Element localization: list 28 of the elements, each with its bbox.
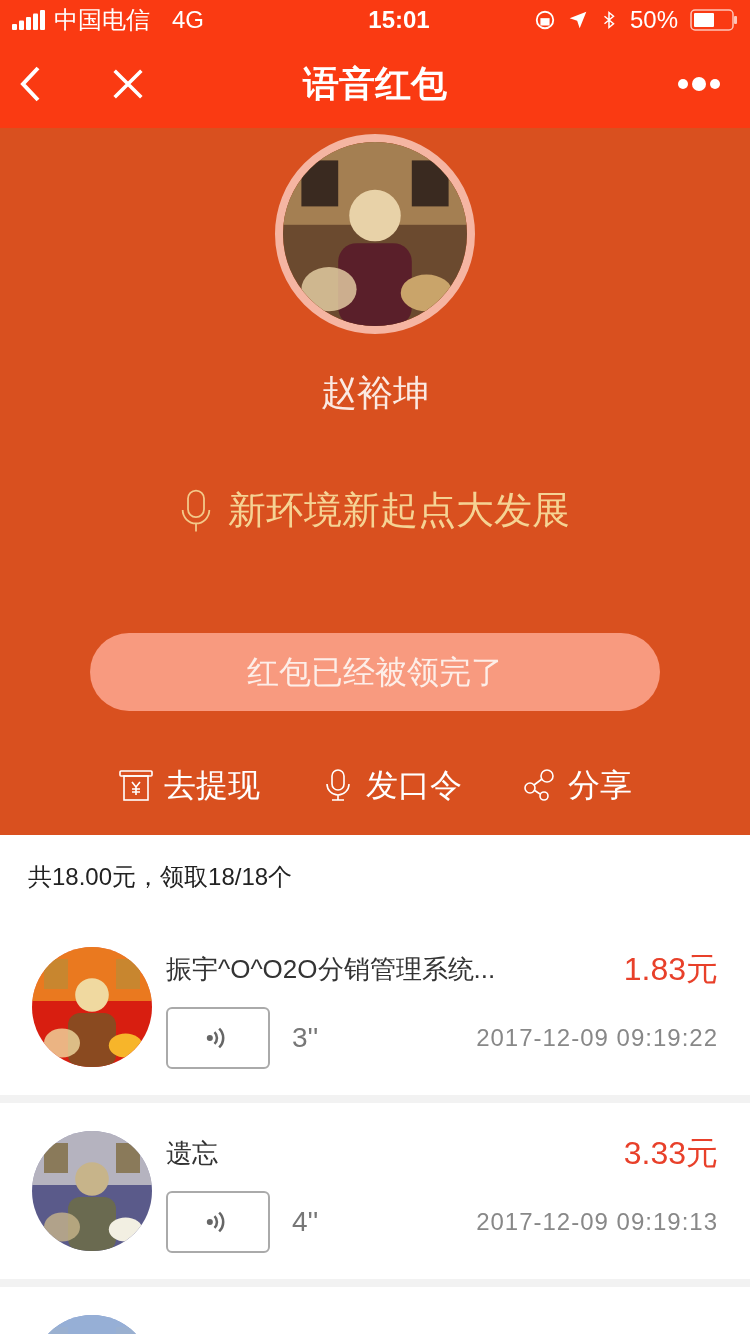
cash-icon bbox=[118, 767, 154, 803]
user-name: 赵裕坤 bbox=[321, 371, 429, 415]
clock-text: 15:01 bbox=[368, 5, 430, 35]
time-text: 2017-12-09 09:19:13 bbox=[476, 1207, 718, 1237]
duration-text: 3'' bbox=[292, 1021, 319, 1055]
action-button[interactable]: 去提现 bbox=[118, 761, 260, 809]
microphone-icon bbox=[180, 487, 212, 534]
battery-text: 50% bbox=[629, 5, 678, 35]
more-button[interactable] bbox=[678, 77, 720, 91]
location-icon bbox=[567, 10, 588, 30]
play-voice-button[interactable] bbox=[166, 1191, 270, 1253]
page-title: 语音红包 bbox=[303, 62, 447, 106]
amount-text: 3.33元 bbox=[623, 1134, 718, 1173]
signal-icon bbox=[12, 10, 46, 30]
duration-text: 4'' bbox=[292, 1205, 319, 1239]
time-text: 2017-12-09 09:19:22 bbox=[476, 1023, 718, 1053]
action-button[interactable]: 分享 bbox=[522, 761, 632, 809]
carrier-text: 中国电信 bbox=[54, 5, 150, 35]
amount-text: 1.83元 bbox=[623, 950, 718, 989]
user-name: 遗忘 bbox=[166, 1136, 218, 1170]
battery-icon bbox=[690, 9, 738, 31]
user-name: 振宇^O^O2O分销管理系统... bbox=[166, 952, 496, 986]
rotation-lock-icon bbox=[533, 9, 556, 31]
summary-text: 共18.00元，领取18/18个 bbox=[28, 862, 293, 892]
voice-message: 新环境新起点大发展 bbox=[228, 488, 570, 533]
network-text: 4G bbox=[172, 5, 204, 35]
action-button[interactable]: 发口令 bbox=[320, 761, 462, 809]
play-voice-button[interactable] bbox=[166, 1007, 270, 1069]
